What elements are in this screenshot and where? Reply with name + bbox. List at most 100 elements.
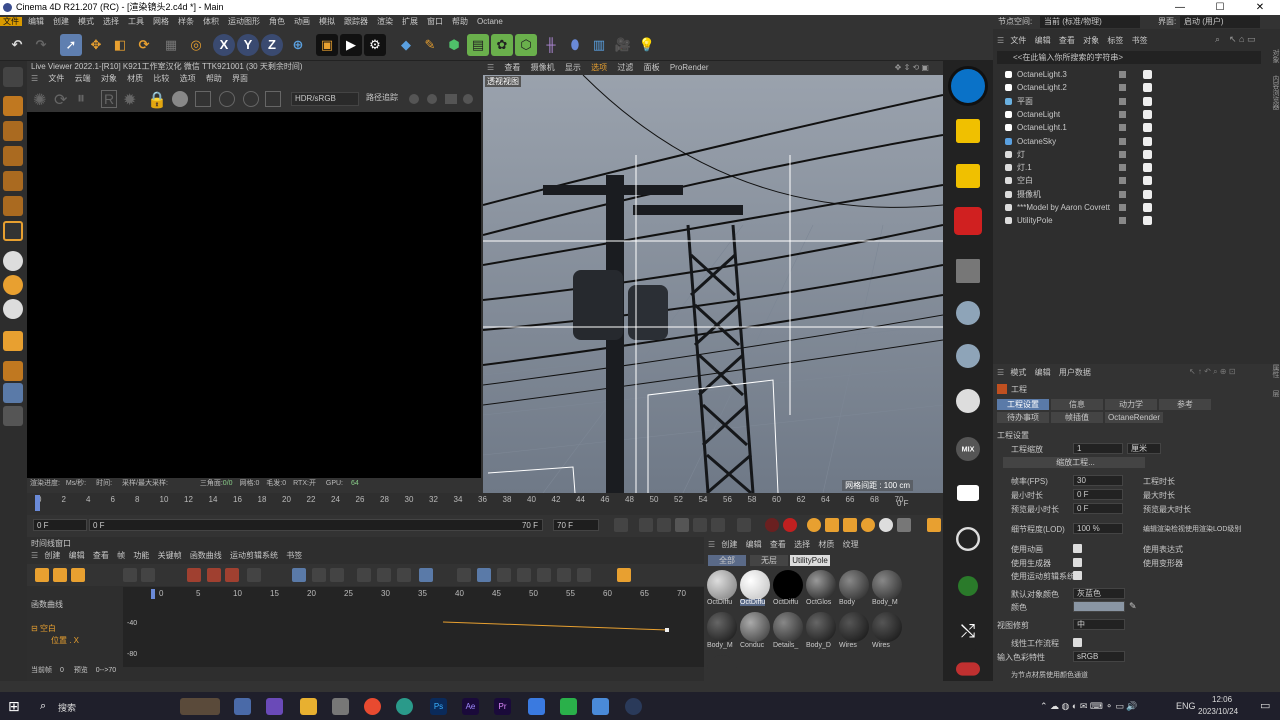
- object-search-input[interactable]: <<在此输入你所搜索的字符串>: [997, 51, 1261, 64]
- node-space-select[interactable]: 当前 (标准/物理): [1040, 16, 1140, 28]
- render-view-icon[interactable]: ▣: [316, 34, 338, 56]
- cinema4d-taskbar-icon[interactable]: [625, 698, 642, 715]
- app-icon[interactable]: [592, 698, 609, 715]
- cloner-icon[interactable]: ✿: [491, 34, 513, 56]
- tl-menu-create[interactable]: 创建: [44, 551, 60, 560]
- perspective-viewport[interactable]: 透视视图 网格间距 : 100 cm: [483, 75, 943, 493]
- side-tab-content-browser[interactable]: 内容浏览器: [1272, 75, 1279, 110]
- send-scene-icon[interactable]: ✺: [33, 90, 46, 110]
- calculator-icon[interactable]: [234, 698, 251, 715]
- glossy-material-icon[interactable]: [956, 344, 980, 368]
- object-tag-icon[interactable]: [1143, 163, 1152, 173]
- mograph-icon[interactable]: ⬡: [515, 34, 537, 56]
- material-swatch[interactable]: [773, 570, 803, 600]
- snap-icon[interactable]: [3, 251, 23, 271]
- menu-window[interactable]: 窗口: [427, 17, 443, 26]
- menu-spline[interactable]: 样条: [178, 17, 194, 26]
- area-light-icon[interactable]: [957, 485, 979, 501]
- object-row[interactable]: UtilityPole: [993, 214, 1280, 227]
- object-row[interactable]: OctaneLight.3: [993, 68, 1280, 81]
- lod-field[interactable]: 100 %: [1073, 523, 1123, 534]
- mat-menu-select[interactable]: 选择: [794, 540, 810, 549]
- wechat-icon[interactable]: [560, 698, 577, 715]
- menu-mograph[interactable]: 运动图形: [228, 17, 260, 26]
- input-language[interactable]: ENG: [1176, 701, 1196, 711]
- object-row[interactable]: OctaneSky: [993, 135, 1280, 148]
- notification-icon[interactable]: ▭: [1260, 699, 1270, 712]
- chrome-icon[interactable]: [364, 698, 381, 715]
- menu-simulate[interactable]: 模拟: [319, 17, 335, 26]
- snap-settings-icon[interactable]: [3, 275, 23, 295]
- ease-out-icon[interactable]: [377, 568, 391, 582]
- lv-menu-objects[interactable]: 对象: [101, 74, 117, 83]
- menu-animate[interactable]: 动画: [294, 17, 310, 26]
- menu-volume[interactable]: 体积: [203, 17, 219, 26]
- region-render-icon[interactable]: R: [101, 90, 118, 108]
- menu-octane[interactable]: Octane: [477, 17, 503, 26]
- octane-extra-icon[interactable]: [956, 662, 980, 676]
- menu-create[interactable]: 创建: [53, 17, 69, 26]
- play-icon[interactable]: [675, 518, 689, 532]
- end-frame-field[interactable]: 70 F: [553, 519, 599, 531]
- color-swatch[interactable]: [1073, 601, 1125, 612]
- value-icon[interactable]: [247, 568, 261, 582]
- visibility-toggle[interactable]: [1119, 190, 1126, 198]
- specular-material-icon[interactable]: [956, 389, 980, 413]
- default-color-select[interactable]: 灰蓝色: [1073, 588, 1125, 599]
- side-tab-objects[interactable]: 对象: [1272, 49, 1279, 63]
- mat-tab-utilitypole[interactable]: UtilityPole: [790, 555, 830, 566]
- obj-menu-view[interactable]: 查看: [1059, 36, 1075, 45]
- visibility-toggle[interactable]: [1119, 110, 1126, 118]
- lv-menu-cloud[interactable]: 云端: [75, 74, 91, 83]
- maximize-button[interactable]: ☐: [1200, 0, 1240, 15]
- attr-tab-octanerender[interactable]: OctaneRender: [1105, 412, 1163, 423]
- side-tab-layers[interactable]: 层: [1272, 390, 1279, 397]
- camera-icon[interactable]: 🎥: [612, 34, 634, 56]
- vp-menu-panel[interactable]: 面板: [644, 63, 660, 72]
- classic-tangent-icon[interactable]: [577, 568, 591, 582]
- locked-workplane-icon[interactable]: [3, 406, 23, 426]
- redo-icon[interactable]: ↷: [30, 34, 52, 56]
- key-param-icon[interactable]: [879, 518, 893, 532]
- mat-tab-nolayer[interactable]: 无层: [750, 555, 788, 566]
- octane-camera-icon[interactable]: [954, 207, 982, 235]
- add-key-icon[interactable]: [187, 568, 201, 582]
- clay-mode-icon[interactable]: [265, 91, 281, 107]
- obj-menu-bookmarks[interactable]: 书签: [1132, 36, 1148, 45]
- pick-material-icon[interactable]: [219, 91, 235, 107]
- scale-unit-select[interactable]: 厘米: [1127, 443, 1161, 454]
- object-tag-icon[interactable]: [1143, 149, 1152, 159]
- axis-x-button[interactable]: X: [213, 34, 235, 56]
- menu-tracker[interactable]: 跟踪器: [344, 17, 368, 26]
- eyedropper-icon[interactable]: ✎: [1129, 601, 1137, 612]
- pause-render-icon[interactable]: ⏸: [77, 90, 85, 108]
- prev-frame-icon[interactable]: [657, 518, 671, 532]
- octane-live-viewer-icon[interactable]: [948, 66, 988, 106]
- record-keys-icon[interactable]: [765, 518, 779, 532]
- visibility-toggle[interactable]: [1119, 97, 1126, 105]
- tl-menu-view[interactable]: 查看: [93, 551, 109, 560]
- goto-start-icon[interactable]: [614, 518, 628, 532]
- color-mode-select[interactable]: HDR/sRGB: [291, 92, 359, 106]
- interface-select[interactable]: 启动 (用户): [1180, 16, 1260, 28]
- obj-menu-tags[interactable]: 标签: [1107, 36, 1123, 45]
- ease-both-icon[interactable]: [397, 568, 411, 582]
- weather-widget-icon[interactable]: [180, 698, 220, 715]
- tl-menu-functions[interactable]: 功能: [133, 551, 149, 560]
- edge-icon[interactable]: [396, 698, 413, 715]
- daylight-icon[interactable]: [956, 119, 980, 143]
- object-row[interactable]: 摄像机: [993, 188, 1280, 201]
- view-clip-select[interactable]: 中: [1073, 619, 1125, 630]
- menu-edit[interactable]: 编辑: [28, 17, 44, 26]
- motion-clip-icon[interactable]: [617, 568, 631, 582]
- obj-menu-edit[interactable]: 编辑: [1035, 36, 1051, 45]
- ring-light-icon[interactable]: [956, 527, 980, 551]
- lv-menu-options[interactable]: 选项: [180, 74, 196, 83]
- visibility-toggle[interactable]: [1119, 164, 1126, 172]
- obj-menu-file[interactable]: 文件: [1010, 36, 1026, 45]
- polygon-mode-icon[interactable]: [3, 196, 23, 216]
- deformer-icon[interactable]: ╫: [540, 34, 562, 56]
- visibility-toggle[interactable]: [1119, 217, 1126, 225]
- obj-menu-objects[interactable]: 对象: [1083, 36, 1099, 45]
- tl-menu-motion[interactable]: 运动剪辑系统: [230, 551, 278, 560]
